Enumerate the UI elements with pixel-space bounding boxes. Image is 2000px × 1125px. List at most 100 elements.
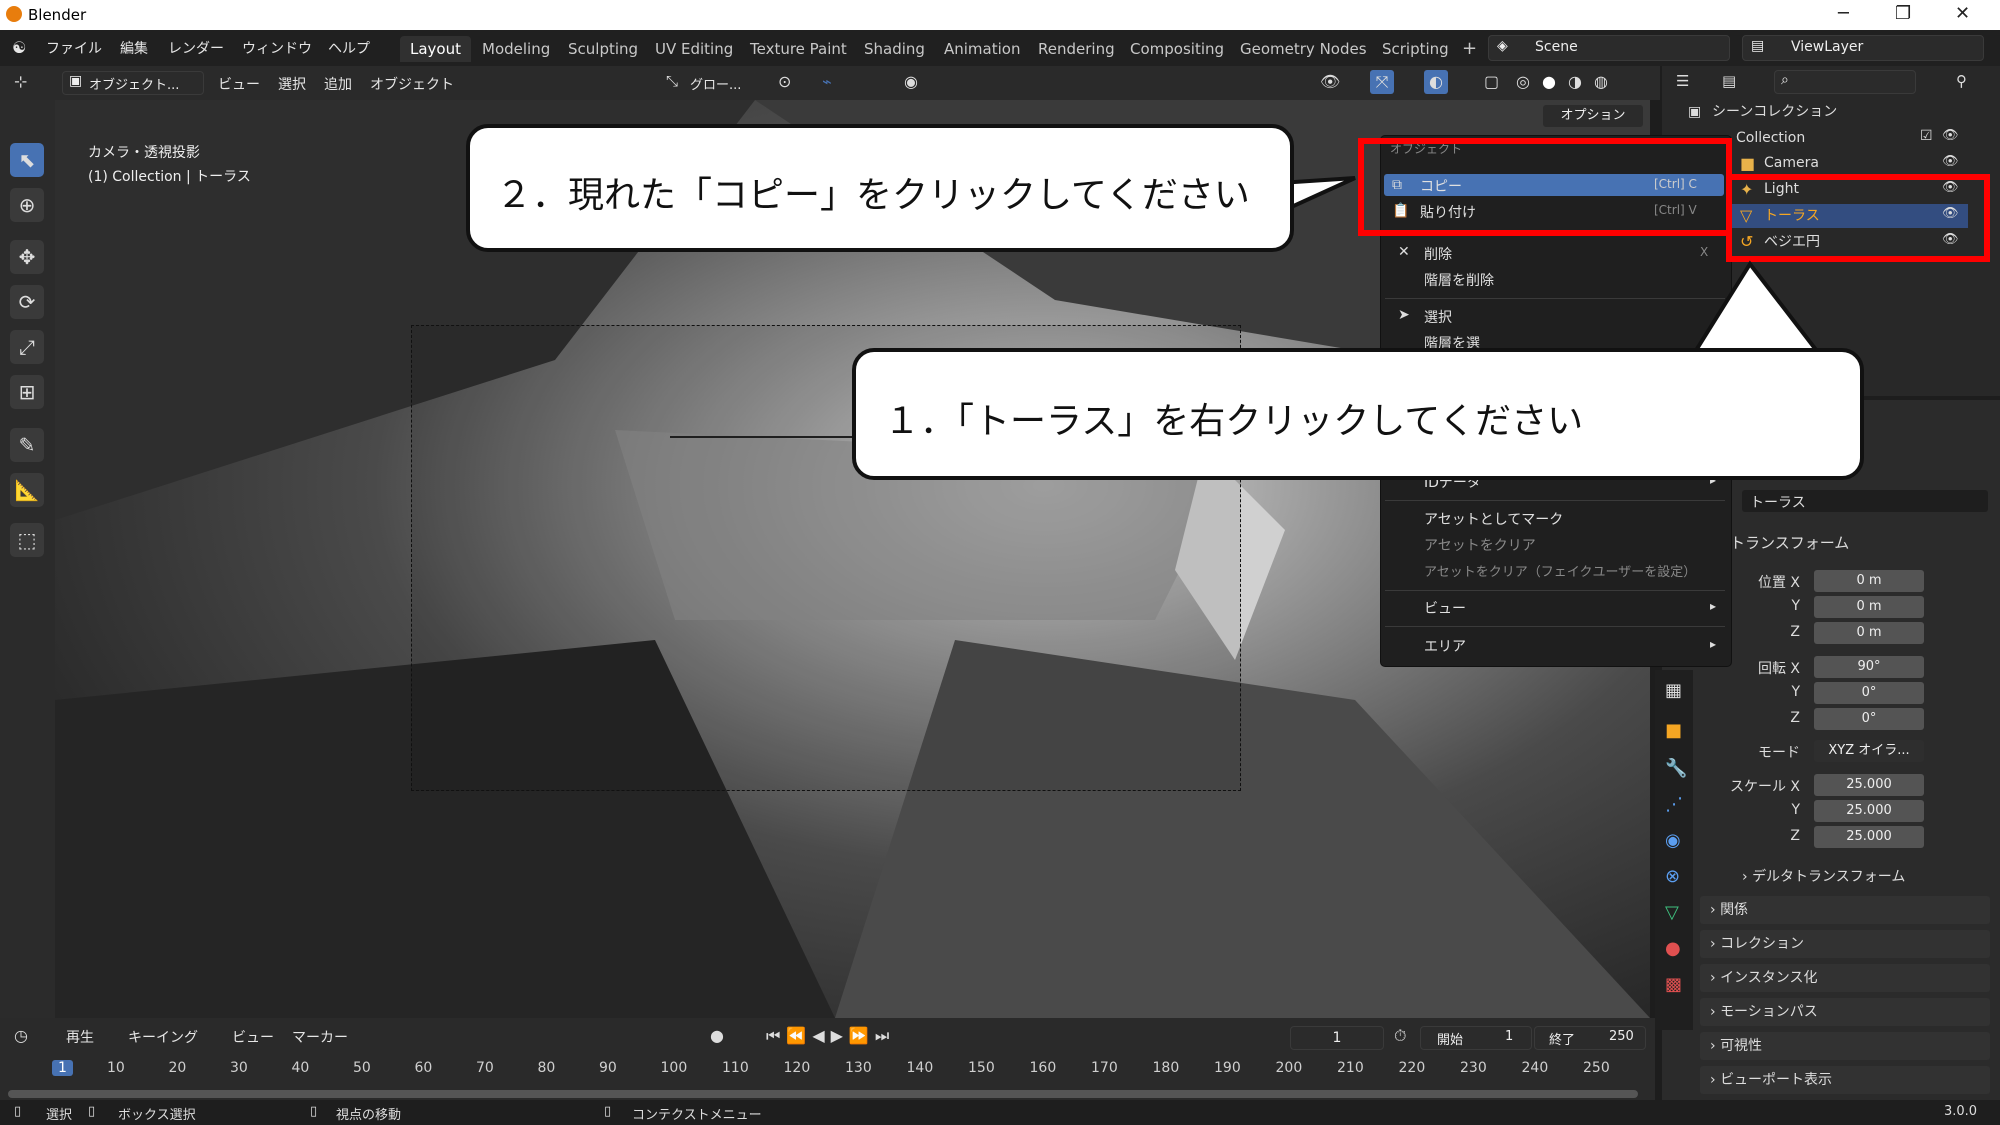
scale-x-field[interactable]: 25.000 (1814, 774, 1924, 796)
options-dropdown[interactable]: オプション (1542, 104, 1644, 128)
maximize-button[interactable]: ❐ (1895, 3, 1911, 24)
wireframe-shading-icon[interactable]: ◎ (1516, 72, 1530, 91)
texture-tab-icon[interactable]: ▩ (1665, 974, 1682, 995)
tab-compositing[interactable]: Compositing (1120, 36, 1234, 62)
outliner-item-collection[interactable]: Collection (1736, 126, 1805, 150)
scene-selector[interactable]: ◈ Scene (1488, 35, 1730, 61)
menu-item-area[interactable]: エリア (1424, 636, 1466, 656)
editor-type-icon[interactable]: ⊹ (14, 72, 27, 91)
vp-menu-add[interactable]: 追加 (324, 74, 352, 94)
timeline-menu-marker[interactable]: マーカー (292, 1027, 348, 1047)
instancing-panel[interactable]: › インスタンス化 (1700, 964, 1990, 992)
tab-sculpting[interactable]: Sculpting (558, 36, 648, 62)
rotation-z-field[interactable]: 0° (1814, 708, 1924, 730)
menu-window[interactable]: ウィンドウ (242, 38, 312, 58)
timeline-menu-keying[interactable]: キーイング (128, 1027, 198, 1047)
rendered-shading-icon[interactable]: ◍ (1594, 72, 1608, 91)
tab-uv-editing[interactable]: UV Editing (645, 36, 743, 62)
tab-texture-paint[interactable]: Texture Paint (740, 36, 857, 62)
add-cube-tool-icon[interactable]: ⬚ (10, 523, 44, 557)
scale-tool-icon[interactable]: ⤢ (10, 330, 44, 364)
vp-menu-select[interactable]: 選択 (278, 74, 306, 94)
menu-item-mark-asset[interactable]: アセットとしてマーク (1424, 509, 1563, 529)
tab-animation[interactable]: Animation (934, 36, 1030, 62)
funnel-icon[interactable]: ⚲ (1956, 72, 1967, 90)
delta-transform-panel[interactable]: › デルタトランスフォーム (1742, 866, 1905, 886)
vp-menu-view[interactable]: ビュー (218, 74, 260, 94)
timeline-menu-playback[interactable]: 再生 (66, 1027, 94, 1047)
start-frame-field[interactable]: 開始 1 (1420, 1026, 1532, 1050)
motion-paths-panel[interactable]: › モーションパス (1700, 998, 1990, 1026)
outliner-scene-collection[interactable]: シーンコレクション (1712, 100, 1837, 124)
menu-item-delete-hierarchy[interactable]: 階層を削除 (1424, 270, 1494, 290)
menu-file[interactable]: ファイル (46, 38, 102, 58)
scale-y-field[interactable]: 25.000 (1814, 800, 1924, 822)
tab-shading[interactable]: Shading (854, 36, 935, 62)
menu-item-select[interactable]: 選択 (1424, 307, 1452, 327)
timeline-editor-icon[interactable]: ◷ (14, 1026, 28, 1045)
current-frame-field[interactable]: 1 (1290, 1026, 1384, 1050)
eye-icon[interactable]: 👁 (1942, 154, 1959, 169)
measure-tool-icon[interactable]: 📐 (10, 473, 44, 507)
collections-panel[interactable]: › コレクション (1700, 930, 1990, 958)
data-tab-icon[interactable]: ▽ (1665, 902, 1679, 923)
visibility-icon[interactable]: 👁 (1320, 72, 1340, 91)
outliner-search-input[interactable]: ⌕ (1774, 70, 1916, 94)
timeline-menu-view[interactable]: ビュー (232, 1027, 274, 1047)
location-x-field[interactable]: 0 m (1814, 570, 1924, 592)
collection-checkbox-icon[interactable]: ☑ (1920, 128, 1933, 144)
transform-orientation[interactable]: グロー... (690, 74, 741, 93)
tab-scripting[interactable]: Scripting (1372, 36, 1459, 62)
close-button[interactable]: ✕ (1955, 3, 1970, 24)
menu-render[interactable]: レンダー (168, 38, 224, 58)
relations-panel[interactable]: › 関係 (1700, 896, 1990, 924)
add-workspace-button[interactable]: + (1452, 36, 1487, 62)
select-box-tool-icon[interactable]: ⬉ (10, 143, 44, 177)
outliner-display-mode-icon[interactable]: ☰ (1676, 72, 1689, 90)
rotate-tool-icon[interactable]: ⟳ (10, 285, 44, 319)
visibility-panel[interactable]: › 可視性 (1700, 1032, 1990, 1060)
record-icon[interactable]: ● (710, 1026, 724, 1045)
move-tool-icon[interactable]: ✥ (10, 240, 44, 274)
menu-item-delete[interactable]: 削除 (1424, 244, 1452, 264)
tab-layout[interactable]: Layout (400, 36, 471, 62)
solid-shading-icon[interactable]: ● (1542, 72, 1556, 91)
minimize-button[interactable]: ─ (1838, 3, 1849, 24)
pivot-icon[interactable]: ⊙ (778, 72, 791, 91)
transform-header[interactable]: トランスフォーム (1730, 532, 1849, 553)
proportional-edit-icon[interactable]: ◉ (904, 72, 918, 91)
outliner-item-camera[interactable]: Camera (1764, 151, 1819, 175)
menu-edit[interactable]: 編集 (120, 38, 148, 58)
rotation-mode-dropdown[interactable]: XYZ オイラ... (1814, 740, 1924, 762)
vp-menu-object[interactable]: オブジェクト (370, 74, 454, 94)
gizmo-icon[interactable]: ⤧ (1370, 70, 1394, 94)
viewport-display-panel[interactable]: › ビューポート表示 (1700, 1066, 1990, 1094)
menu-help[interactable]: ヘルプ (328, 38, 370, 58)
constraints-tab-icon[interactable]: ⊗ (1665, 866, 1680, 887)
playback-controls-icon[interactable]: ⏮⏪◀▶⏩⏭ (766, 1026, 895, 1046)
tab-modeling[interactable]: Modeling (472, 36, 560, 62)
tab-geometry-nodes[interactable]: Geometry Nodes (1230, 36, 1377, 62)
blender-menu-icon[interactable]: ☯ (12, 38, 26, 57)
rotation-x-field[interactable]: 90° (1814, 656, 1924, 678)
material-shading-icon[interactable]: ◑ (1568, 72, 1582, 91)
location-y-field[interactable]: 0 m (1814, 596, 1924, 618)
annotate-tool-icon[interactable]: ✎ (10, 428, 44, 462)
outliner-filter-icon[interactable]: ▤ (1722, 72, 1736, 90)
mode-selector[interactable]: ▣ オブジェクト... (62, 71, 204, 95)
object-name-field[interactable]: トーラス (1742, 490, 1988, 512)
scale-z-field[interactable]: 25.000 (1814, 826, 1924, 848)
snap-icon[interactable]: ⌁ (822, 72, 832, 91)
xray-icon[interactable]: ▢ (1484, 72, 1499, 91)
transform-tool-icon[interactable]: ⊞ (10, 375, 44, 409)
eye-icon[interactable]: 👁 (1942, 128, 1959, 143)
menu-item-view[interactable]: ビュー (1424, 598, 1466, 618)
timeline-scrollbar[interactable] (8, 1090, 1638, 1098)
physics-tab-icon[interactable]: ◉ (1665, 830, 1681, 851)
location-z-field[interactable]: 0 m (1814, 622, 1924, 644)
cursor-tool-icon[interactable]: ⊕ (10, 188, 44, 222)
tab-rendering[interactable]: Rendering (1028, 36, 1125, 62)
material-tab-icon[interactable]: ● (1665, 938, 1681, 959)
end-frame-field[interactable]: 終了 250 (1534, 1026, 1646, 1050)
overlay-icon[interactable]: ◐ (1424, 70, 1448, 94)
